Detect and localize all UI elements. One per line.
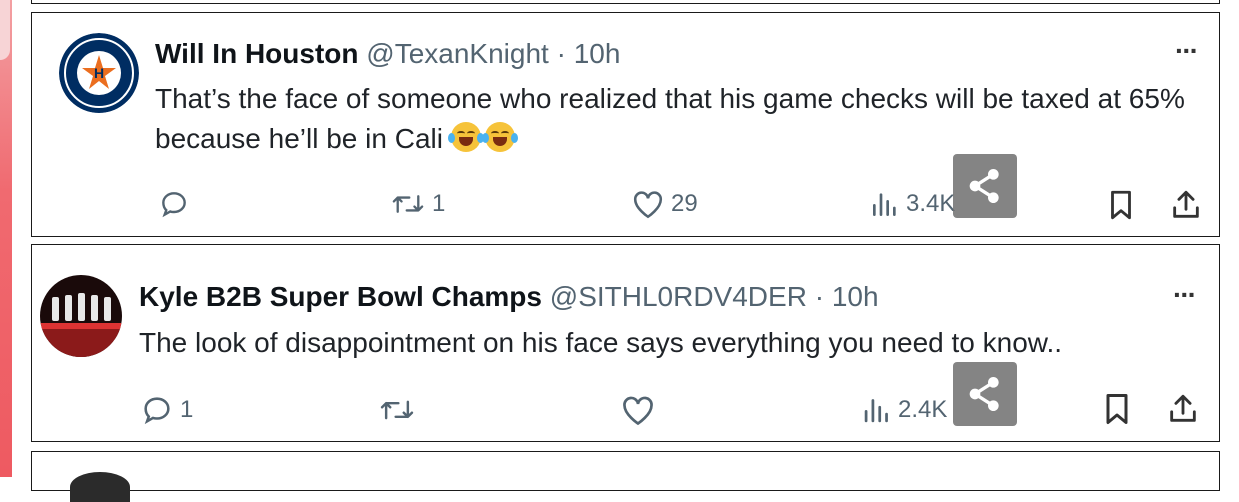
bookmark-icon (1111, 190, 1131, 220)
tweet-card[interactable]: Kyle B2B Super Bowl Champs @SITHL0RDV4DE… (31, 244, 1220, 442)
tweet-text-body: That’s the face of someone who realized … (155, 83, 1185, 154)
bookmark-button[interactable] (1102, 391, 1132, 427)
tweet-text: That’s the face of someone who realized … (155, 79, 1205, 159)
like-button[interactable] (620, 393, 662, 427)
share-overlay-button[interactable] (953, 154, 1017, 218)
display-name[interactable]: Kyle B2B Super Bowl Champs (139, 281, 542, 312)
trophies-avatar-icon (40, 275, 122, 357)
reply-count: 1 (180, 396, 194, 423)
previous-tweet-card (31, 0, 1220, 4)
bookmark-icon (1106, 394, 1128, 424)
upload-share-icon (1173, 190, 1199, 218)
like-button[interactable]: 29 (631, 188, 698, 220)
repost-icon (380, 400, 414, 420)
next-tweet-card[interactable] (31, 451, 1220, 502)
face-with-tears-of-joy-icon (481, 122, 518, 152)
views-count: 2.4K (898, 396, 948, 423)
views-count: 3.4K (906, 190, 956, 217)
avatar[interactable] (40, 275, 122, 357)
share-nodes-icon (969, 169, 999, 203)
heart-icon (623, 396, 653, 426)
timestamp[interactable]: 10h (574, 38, 621, 69)
more-options-icon[interactable]: ··· (1175, 37, 1199, 65)
share-overlay-button[interactable] (953, 362, 1017, 426)
repost-button[interactable] (378, 393, 422, 427)
views-chart-icon (873, 193, 896, 216)
user-handle[interactable]: @SITHL0RDV4DER (550, 281, 807, 312)
repost-count: 1 (432, 190, 446, 217)
reply-icon (162, 192, 186, 218)
views-button[interactable]: 2.4K (862, 393, 947, 427)
share-button[interactable] (1169, 188, 1203, 222)
reply-button[interactable] (158, 188, 196, 220)
share-button[interactable] (1166, 391, 1200, 427)
separator-dot: · (814, 281, 825, 312)
left-background-strip (0, 0, 12, 477)
repost-button[interactable]: 1 (390, 188, 445, 220)
reply-button[interactable]: 1 (140, 393, 193, 427)
more-options-icon[interactable]: ··· (1173, 281, 1197, 309)
svg-text:H: H (94, 65, 104, 81)
like-count: 29 (671, 190, 698, 217)
repost-icon (392, 195, 424, 213)
face-with-tears-of-joy-icon (447, 122, 484, 152)
share-nodes-icon (969, 377, 999, 411)
display-name[interactable]: Will In Houston (155, 38, 359, 69)
houston-astros-logo-icon: H (59, 33, 139, 113)
views-chart-icon (864, 399, 888, 423)
timestamp[interactable]: 10h (832, 281, 879, 312)
bookmark-button[interactable] (1106, 188, 1136, 222)
upload-share-icon (1170, 394, 1196, 422)
tweet-header: Will In Houston @TexanKnight · 10h (155, 40, 620, 68)
user-handle[interactable]: @TexanKnight (366, 38, 549, 69)
tweet-text-body: The look of disappointment on his face s… (139, 327, 1063, 358)
tweet-text: The look of disappointment on his face s… (139, 323, 1209, 363)
views-button[interactable]: 3.4K (870, 188, 955, 220)
separator-dot: · (556, 38, 566, 69)
tweet-header: Kyle B2B Super Bowl Champs @SITHL0RDV4DE… (139, 283, 879, 311)
avatar[interactable]: H (59, 33, 139, 113)
heart-icon (633, 191, 663, 219)
tweet-card[interactable]: H Will In Houston @TexanKnight · 10h ···… (31, 12, 1220, 237)
reply-icon (144, 397, 170, 425)
